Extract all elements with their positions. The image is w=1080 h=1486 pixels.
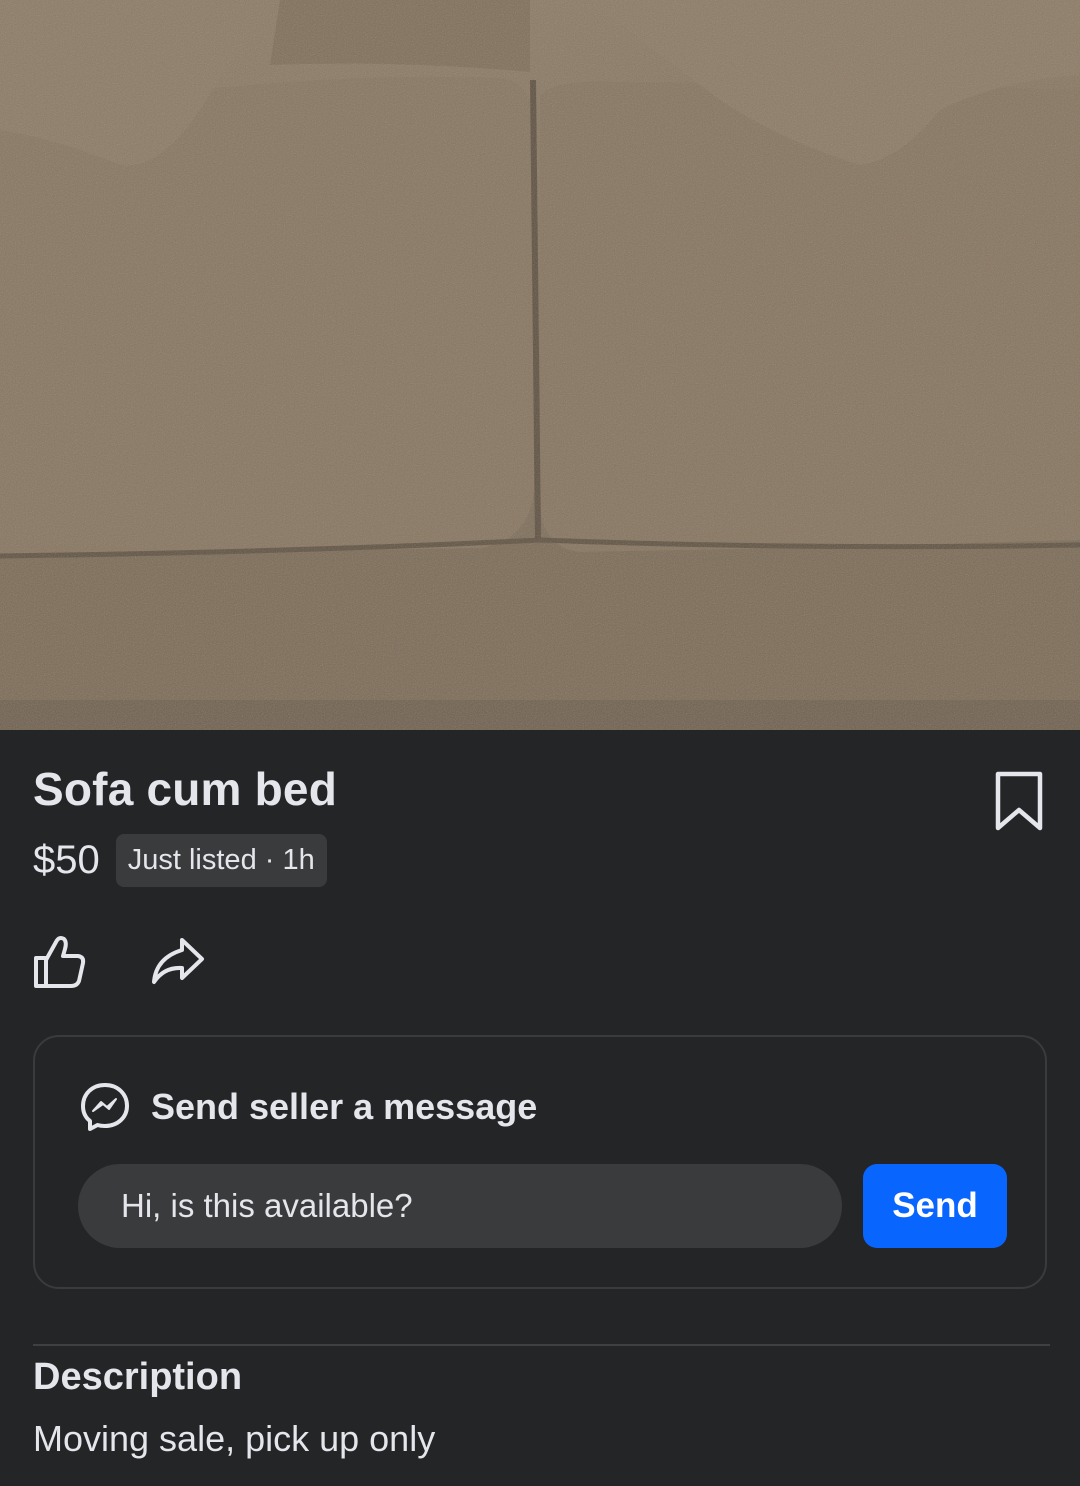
listing-photo[interactable] [0,0,1080,730]
action-row [30,932,206,990]
send-button[interactable]: Send [863,1164,1007,1248]
message-input[interactable] [78,1164,842,1248]
description-heading: Description [33,1356,243,1398]
price-row: $50 Just listed · 1h [33,834,327,887]
description-text: Moving sale, pick up only [33,1418,436,1459]
share-icon[interactable] [148,932,206,990]
message-seller-card: Send seller a message Send [33,1035,1047,1289]
thumbs-up-icon[interactable] [30,932,88,990]
listing-title: Sofa cum bed [33,763,338,815]
message-header: Send seller a message [79,1081,537,1133]
bookmark-icon[interactable] [992,770,1046,834]
listed-time-badge: Just listed · 1h [115,834,327,887]
divider [33,1344,1050,1346]
listing-price: $50 [33,838,100,882]
messenger-icon [81,1083,129,1131]
message-heading: Send seller a message [151,1086,538,1127]
listing-details: Sofa cum bed $50 Just listed · 1h Send s… [0,730,1080,1486]
sofa-illustration [0,0,1080,730]
